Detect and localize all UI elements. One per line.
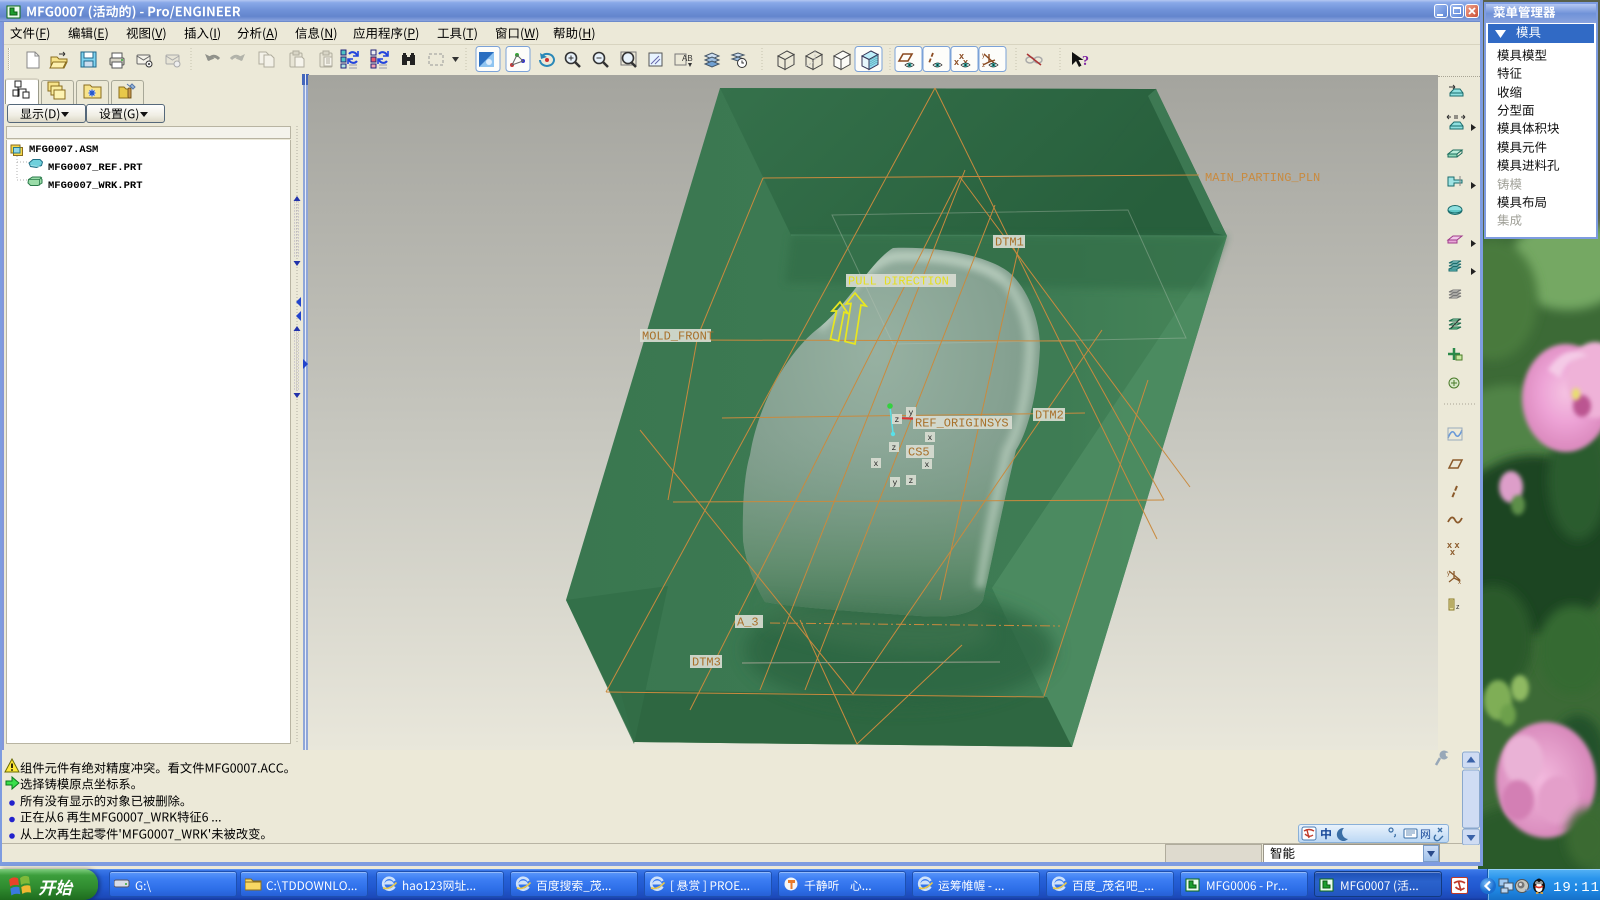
svg-text:CS5: CS5 (908, 446, 930, 460)
svg-text:x: x (925, 461, 930, 470)
svg-text:z: z (1456, 604, 1460, 611)
svg-text:z: z (895, 416, 900, 425)
svg-text:y: y (982, 53, 985, 59)
svg-text:A_3: A_3 (737, 616, 759, 630)
svg-text:x: x (1458, 580, 1461, 586)
svg-text:PULL DIRECTION: PULL DIRECTION (848, 275, 949, 289)
svg-text:DTM3: DTM3 (692, 656, 721, 670)
svg-text:?: ? (1082, 54, 1089, 69)
svg-text:MOLD_FRONT: MOLD_FRONT (642, 330, 714, 344)
svg-text:z: z (909, 477, 914, 486)
svg-text:MAIN_PARTING_PLN: MAIN_PARTING_PLN (1205, 171, 1320, 185)
svg-text:x: x (1450, 547, 1455, 557)
svg-text:z: z (892, 444, 897, 453)
svg-text:y: y (1447, 571, 1450, 577)
svg-text:x: x (928, 434, 933, 443)
svg-text:y: y (893, 479, 898, 488)
svg-text:REF_ORIGINSYS: REF_ORIGINSYS (915, 417, 1009, 431)
svg-text:DTM2: DTM2 (1035, 409, 1064, 423)
svg-text:x: x (874, 460, 879, 469)
svg-text:DTM1: DTM1 (995, 236, 1024, 250)
svg-text:x: x (954, 57, 959, 67)
svg-text:z: z (982, 63, 985, 69)
svg-text:AB: AB (682, 54, 693, 63)
svg-text:y: y (909, 409, 914, 418)
